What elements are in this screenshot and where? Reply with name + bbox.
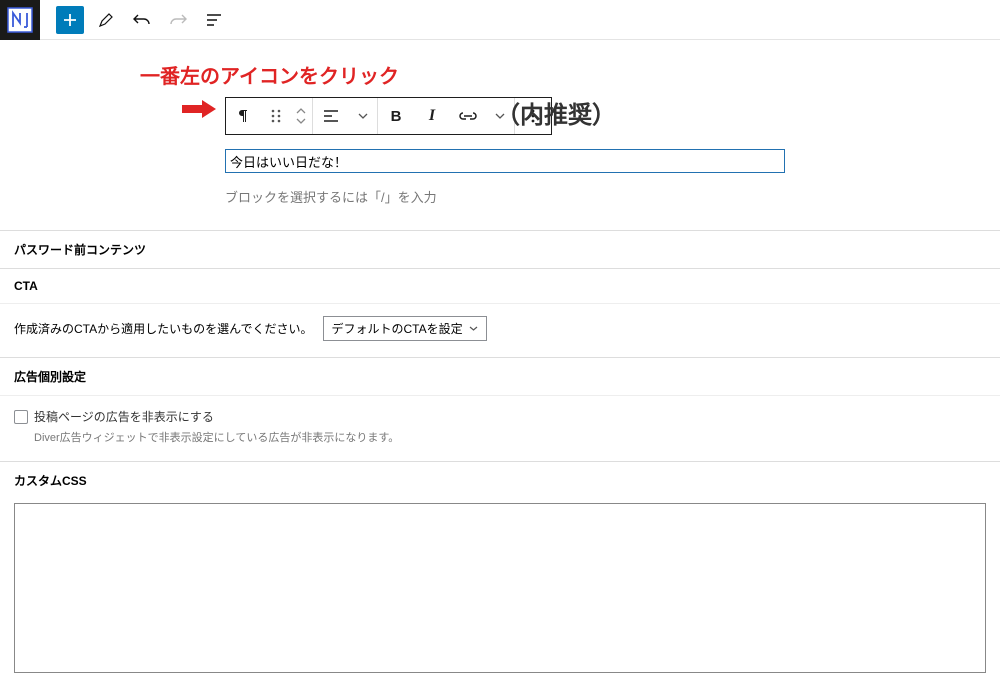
annotation-text: 一番左のアイコンをクリック <box>140 60 1000 89</box>
link-icon <box>459 111 477 121</box>
chevron-down-icon <box>296 118 306 124</box>
drag-handle[interactable] <box>262 98 290 134</box>
editor-canvas: 一番左のアイコンをクリック （内推奨） B <box>0 40 1000 230</box>
move-up-button[interactable] <box>290 106 312 116</box>
italic-button[interactable]: I <box>414 98 450 134</box>
arrow-right-icon <box>182 100 216 118</box>
plus-icon <box>62 12 78 28</box>
logo-icon <box>7 7 33 33</box>
add-block-button[interactable] <box>56 6 84 34</box>
chevron-down-icon <box>358 113 368 119</box>
hide-ads-description: Diver広告ウィジェットで非表示設定にしている広告が非表示になります。 <box>34 429 986 445</box>
metabox-password-content: パスワード前コンテンツ <box>0 230 1000 268</box>
outline-icon <box>206 13 222 27</box>
bold-button[interactable]: B <box>378 98 414 134</box>
chevron-down-icon <box>469 326 478 331</box>
redo-icon <box>169 13 187 27</box>
custom-css-textarea[interactable] <box>14 503 986 673</box>
metabox-ad-settings: 広告個別設定 投稿ページの広告を非表示にする Diver広告ウィジェットで非表示… <box>0 357 1000 461</box>
redo-button <box>164 6 192 34</box>
link-button[interactable] <box>450 98 486 134</box>
top-toolbar <box>0 0 1000 40</box>
block-appender-placeholder[interactable]: ブロックを選択するには「/」を入力 <box>225 187 1000 206</box>
cta-description: 作成済みのCTAから適用したいものを選んでください。 <box>14 320 313 337</box>
site-logo-button[interactable] <box>0 0 40 40</box>
paragraph-block-input[interactable] <box>225 149 785 173</box>
align-left-icon <box>323 109 339 123</box>
cta-select[interactable]: デフォルトのCTAを設定 <box>323 316 487 341</box>
metabox-cta: CTA 作成済みのCTAから適用したいものを選んでください。 デフォルトのCTA… <box>0 268 1000 357</box>
edit-mode-button[interactable] <box>92 6 120 34</box>
undo-icon <box>133 13 151 27</box>
pencil-icon <box>98 12 114 28</box>
title-partial-behind: （内推奨） <box>496 95 616 130</box>
cta-select-label: デフォルトのCTAを設定 <box>332 320 463 337</box>
chevron-up-icon <box>296 108 306 114</box>
move-down-button[interactable] <box>290 116 312 126</box>
metabox-toggle[interactable]: CTA <box>0 269 1000 303</box>
undo-button[interactable] <box>128 6 156 34</box>
document-outline-button[interactable] <box>200 6 228 34</box>
drag-icon <box>270 109 282 123</box>
annotation-arrow <box>182 100 216 118</box>
paragraph-icon <box>236 108 252 124</box>
metabox-toggle[interactable]: カスタムCSS <box>0 462 1000 499</box>
align-button[interactable] <box>313 98 349 134</box>
block-type-button[interactable] <box>226 98 262 134</box>
metabox-custom-css: カスタムCSS <box>0 461 1000 673</box>
hide-ads-checkbox[interactable] <box>14 410 28 424</box>
metabox-toggle[interactable]: パスワード前コンテンツ <box>0 231 1000 268</box>
metabox-toggle[interactable]: 広告個別設定 <box>0 358 1000 395</box>
hide-ads-label: 投稿ページの広告を非表示にする <box>34 408 214 425</box>
align-dropdown[interactable] <box>349 98 377 134</box>
